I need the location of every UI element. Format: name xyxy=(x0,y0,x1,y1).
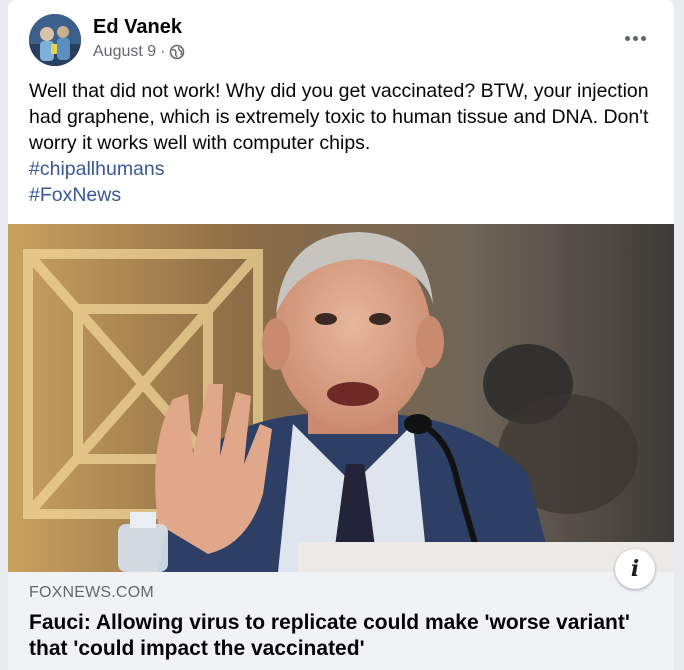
link-domain: FOXNEWS.COM xyxy=(29,584,154,601)
globe-icon xyxy=(169,44,185,60)
post-date[interactable]: August 9 xyxy=(93,43,156,61)
hashtag-link[interactable]: #chipallhumans xyxy=(29,156,649,182)
post-text: Well that did not work! Why did you get … xyxy=(29,78,649,208)
more-options-icon[interactable] xyxy=(620,28,650,48)
hashtag-link[interactable]: #FoxNews xyxy=(29,182,649,208)
meta-separator: · xyxy=(160,43,166,60)
post-body: Well that did not work! Why did you get … xyxy=(29,80,649,154)
link-preview-image[interactable] xyxy=(8,224,674,572)
post-meta: August 9 · xyxy=(93,43,185,61)
post-card: Ed Vanek August 9 · Well that did not wo… xyxy=(8,0,674,670)
author-name[interactable]: Ed Vanek xyxy=(93,16,182,39)
avatar[interactable] xyxy=(29,14,81,66)
link-headline[interactable]: Fauci: Allowing virus to replicate could… xyxy=(29,610,649,662)
info-icon[interactable]: i xyxy=(615,549,655,589)
link-preview-info[interactable]: FOXNEWS.COM Fauci: Allowing virus to rep… xyxy=(8,572,674,670)
